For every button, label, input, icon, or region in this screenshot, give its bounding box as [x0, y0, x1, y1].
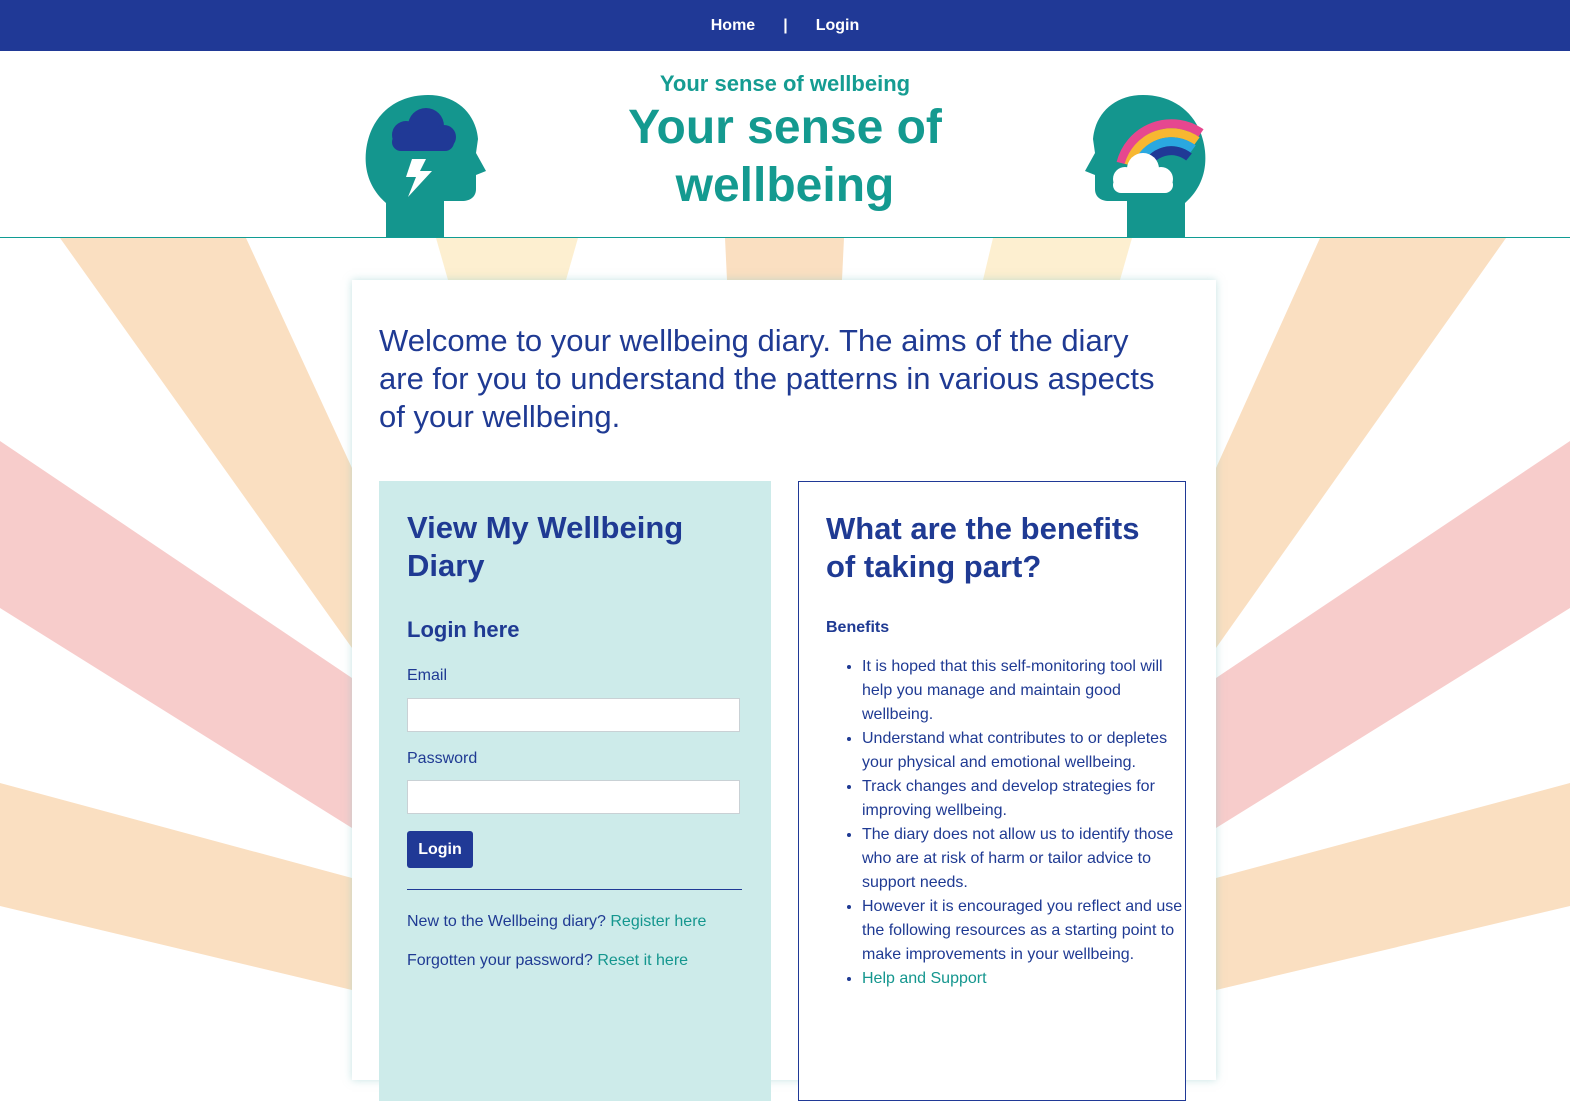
nav-separator: | [783, 16, 788, 34]
login-panel: View My Wellbeing Diary Login here Email… [379, 481, 771, 1101]
list-item: It is hoped that this self-monitoring to… [862, 655, 1192, 727]
list-item: Understand what contributes to or deplet… [862, 727, 1192, 775]
login-panel-heading: View My Wellbeing Diary [407, 510, 684, 583]
list-item: However it is encouraged you reflect and… [862, 895, 1192, 967]
list-item: The diary does not allow us to identify … [862, 823, 1192, 895]
login-button[interactable]: Login [407, 831, 473, 868]
register-line: New to the Wellbeing diary? Register her… [407, 913, 706, 931]
intro-text: Welcome to your wellbeing diary. The aim… [379, 323, 1155, 434]
benefits-list: It is hoped that this self-monitoring to… [826, 655, 1192, 991]
email-label: Email [407, 667, 448, 684]
benefits-subheading: Benefits [826, 619, 890, 636]
divider [407, 889, 742, 890]
ray-top-1 [436, 238, 578, 280]
register-prompt: New to the Wellbeing diary? [407, 913, 606, 930]
page-title: Your sense of wellbeing [628, 101, 942, 212]
register-link[interactable]: Register here [610, 913, 706, 930]
reset-line: Forgotten your password? Reset it here [407, 952, 688, 970]
ray-left-3 [0, 783, 352, 990]
reset-link[interactable]: Reset it here [597, 952, 688, 969]
help-support-link[interactable]: Help and Support [862, 970, 987, 987]
top-nav: Home | Login [0, 0, 1570, 51]
nav-login-link[interactable]: Login [816, 17, 860, 35]
header-banner: Your sense of wellbeing Your sense of we… [0, 51, 1570, 238]
main-card: Welcome to your wellbeing diary. The aim… [352, 280, 1216, 1101]
ray-top-2 [725, 238, 844, 280]
benefits-panel: What are the benefits of taking part? Be… [798, 481, 1186, 1101]
benefits-heading: What are the benefits of taking part? [826, 511, 1140, 584]
head-storm-cloud-icon [365, 95, 486, 237]
banner-subtitle: Your sense of wellbeing [659, 71, 911, 96]
password-label: Password [407, 750, 478, 767]
reset-prompt: Forgotten your password? [407, 952, 593, 969]
head-rainbow-icon [1085, 95, 1206, 237]
list-item: Track changes and develop strategies for… [862, 775, 1192, 823]
ray-top-3 [983, 238, 1132, 280]
ray-right-3 [1216, 783, 1570, 990]
password-field[interactable] [407, 780, 740, 814]
login-subheading: Login here [407, 617, 520, 642]
list-item: Help and Support [862, 967, 1192, 991]
nav-home-link[interactable]: Home [711, 17, 755, 35]
email-field[interactable] [407, 698, 740, 732]
